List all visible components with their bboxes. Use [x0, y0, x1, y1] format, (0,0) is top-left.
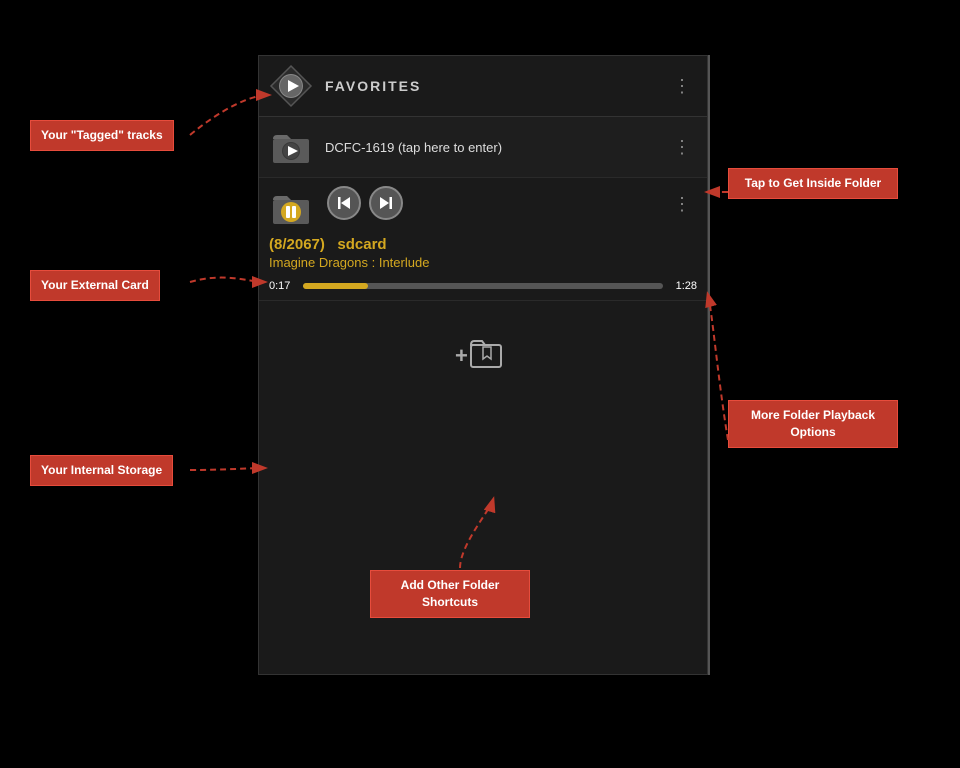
- add-folder-row[interactable]: +: [259, 301, 707, 411]
- track-count-source: (8/2067) sdcard: [269, 236, 697, 253]
- add-folder-icon[interactable]: +: [453, 331, 513, 381]
- dcfc-folder-icon: [269, 125, 313, 169]
- playback-controls: [323, 186, 667, 220]
- favorites-menu-button[interactable]: ⋮: [667, 72, 697, 101]
- annotation-tagged-tracks: Your "Tagged" tracks: [30, 120, 174, 151]
- track-info: (8/2067) sdcard Imagine Dragons : Interl…: [269, 230, 697, 274]
- annotation-external-card: Your External Card: [30, 270, 160, 301]
- track-count: (8/2067): [269, 236, 325, 253]
- favorites-label: FAVORITES: [325, 78, 667, 94]
- annotation-tap-inside: Tap to Get Inside Folder: [728, 168, 898, 199]
- svg-text:+: +: [455, 343, 468, 368]
- progress-fill: [303, 283, 368, 289]
- track-artist: Imagine Dragons : Interlude: [269, 255, 697, 270]
- track-source: sdcard: [337, 236, 386, 253]
- annotation-internal-storage: Your Internal Storage: [30, 455, 173, 486]
- dcfc-folder-row[interactable]: DCFC-1619 (tap here to enter) ⋮: [259, 117, 707, 178]
- favorites-row[interactable]: FAVORITES ⋮: [259, 56, 707, 117]
- annotation-add-shortcuts: Add Other Folder Shortcuts: [370, 570, 530, 618]
- favorites-icon: [269, 64, 313, 108]
- vertical-divider: [708, 55, 710, 675]
- prev-button[interactable]: [327, 186, 361, 220]
- playing-row: ⋮ (8/2067) sdcard Imagine Dragons : Inte…: [259, 178, 707, 301]
- playing-menu-button[interactable]: ⋮: [667, 190, 697, 219]
- progress-bar: 0:17 1:28: [269, 280, 697, 292]
- dcfc-folder-label: DCFC-1619 (tap here to enter): [325, 140, 667, 155]
- time-current: 0:17: [269, 280, 297, 292]
- time-total: 1:28: [669, 280, 697, 292]
- dcfc-menu-button[interactable]: ⋮: [667, 133, 697, 162]
- next-button[interactable]: [369, 186, 403, 220]
- annotation-more-options: More Folder Playback Options: [728, 400, 898, 448]
- playing-folder-icon: [269, 186, 313, 230]
- progress-track[interactable]: [303, 283, 663, 289]
